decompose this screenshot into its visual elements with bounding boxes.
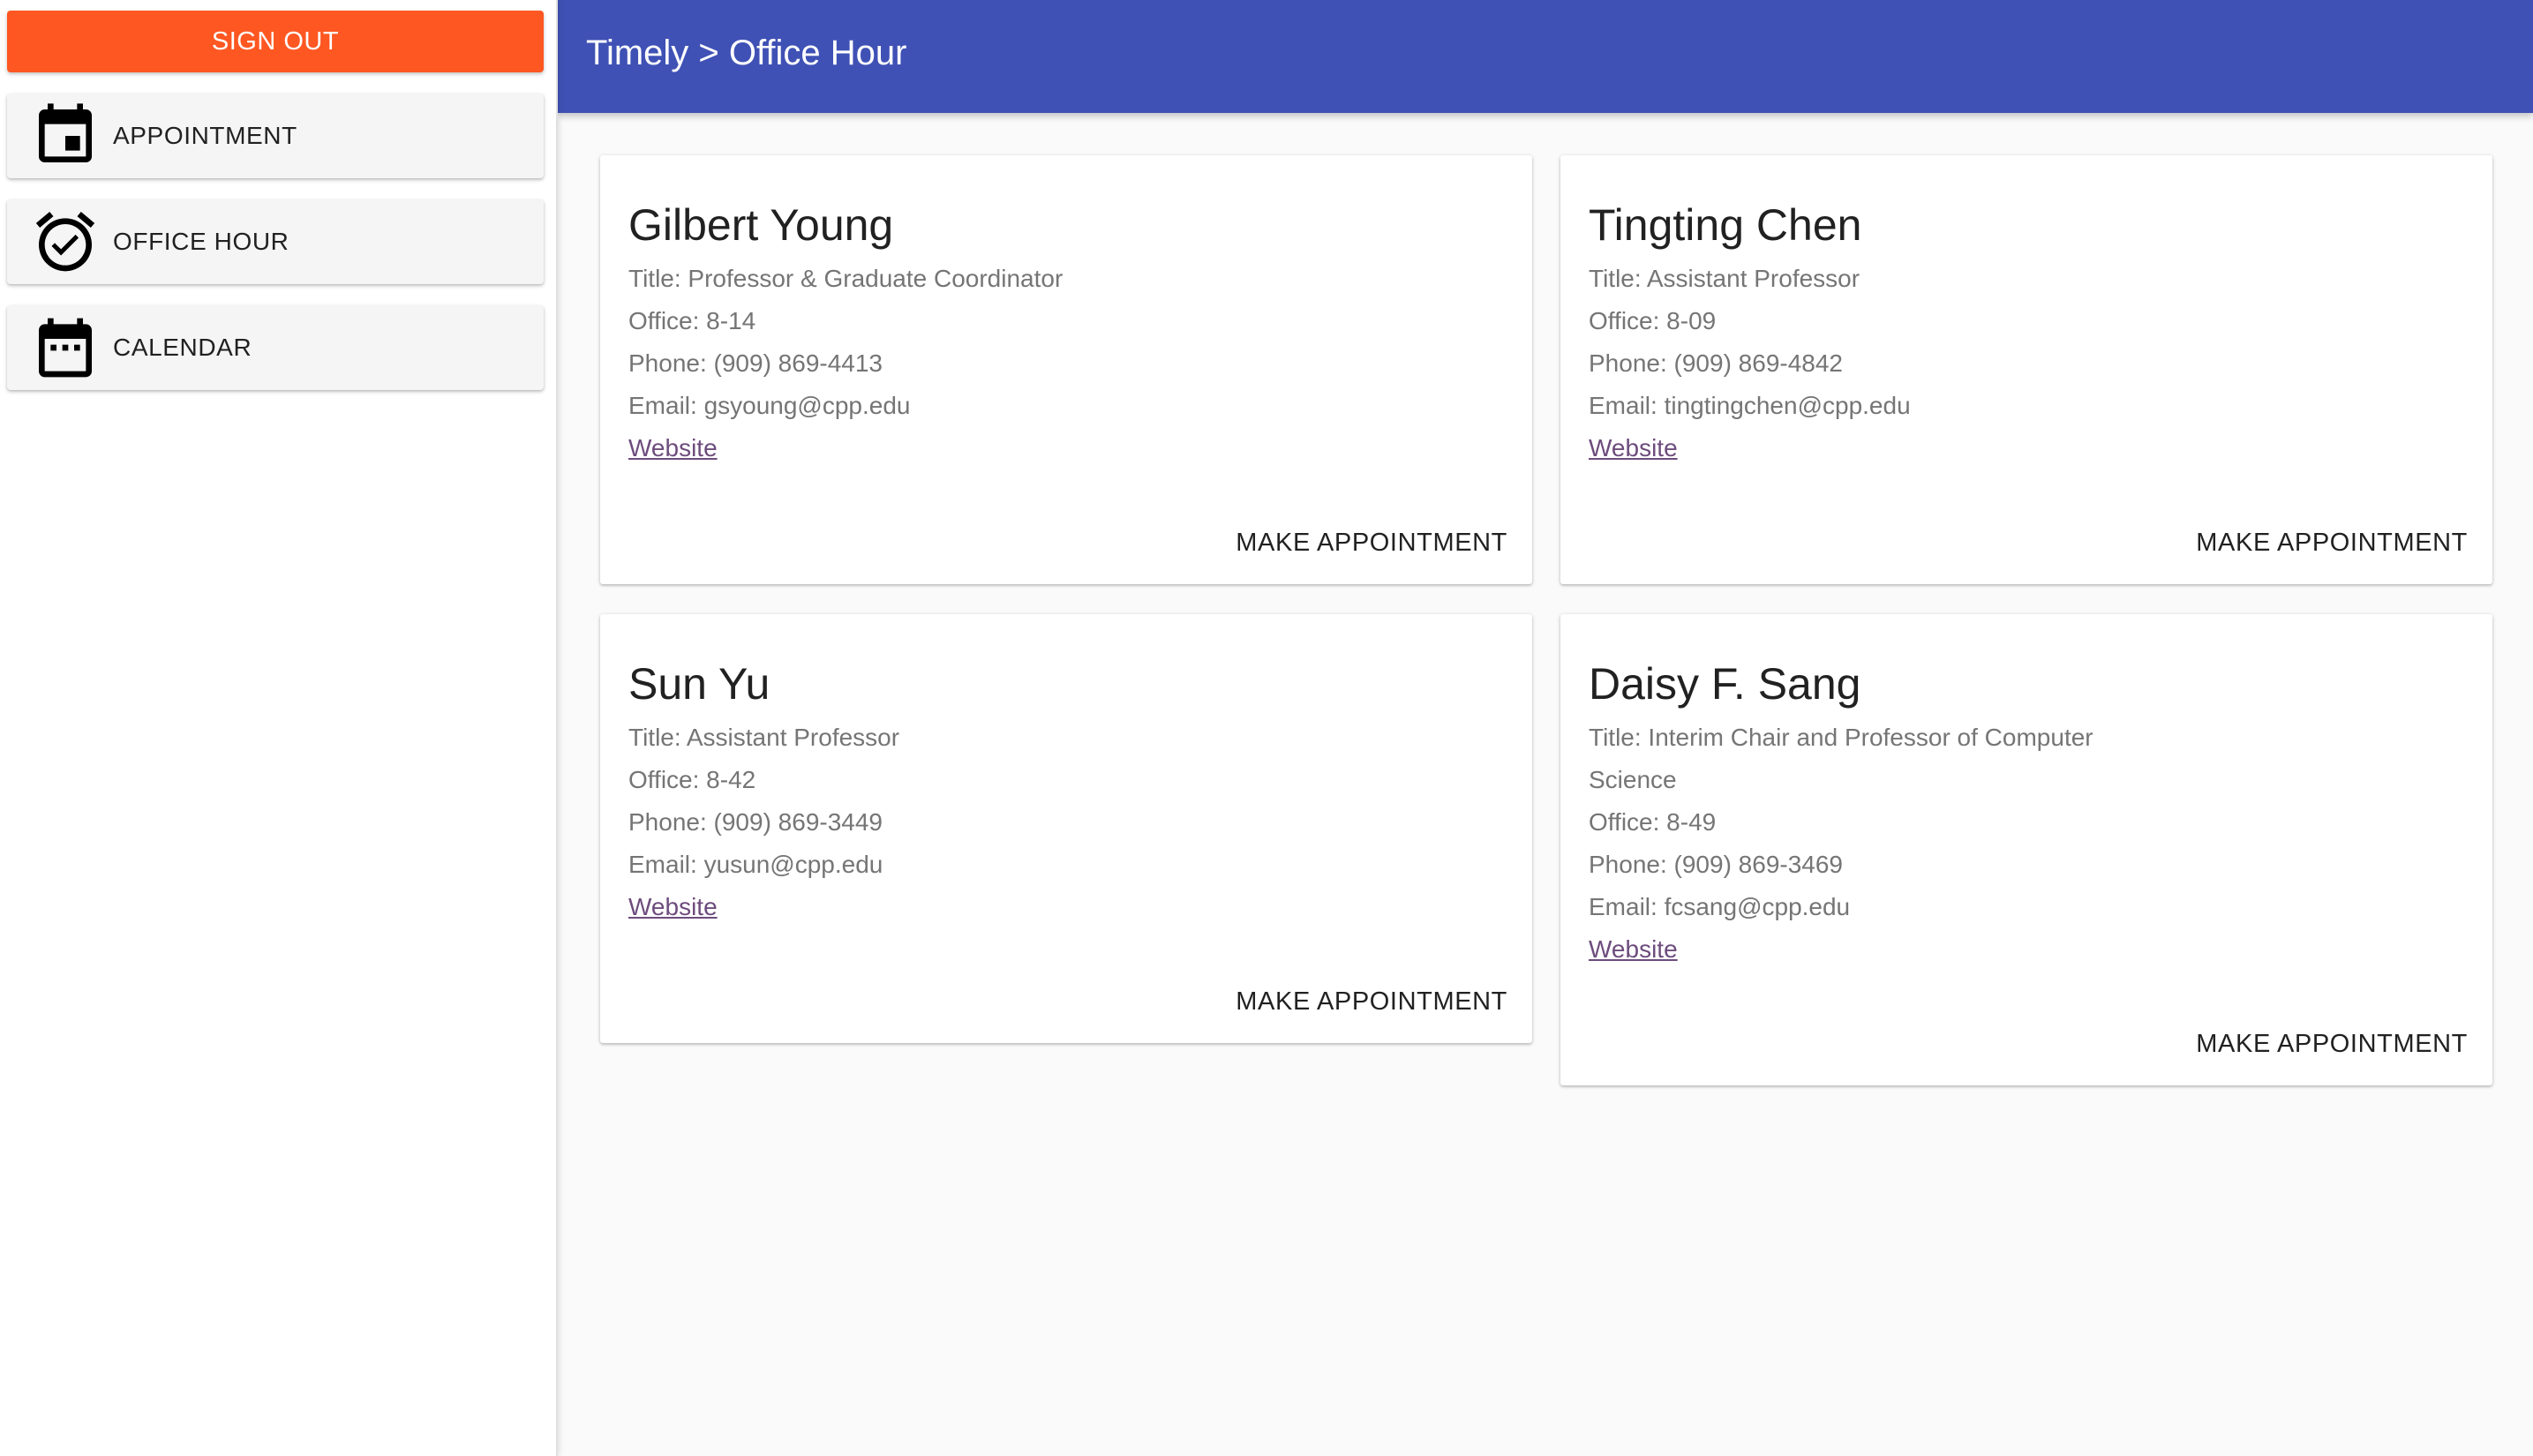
professor-card: Tingting Chen Title: Assistant Professor… bbox=[1560, 155, 2492, 584]
professor-title: Title: Assistant Professor bbox=[628, 724, 900, 751]
app-bar: Timely > Office Hour bbox=[558, 0, 2533, 113]
professor-title: Title: Interim Chair and Professor of Co… bbox=[1589, 724, 2093, 793]
professor-title: Title: Professor & Graduate Coordinator bbox=[628, 265, 1064, 292]
professor-email: Email: yusun@cpp.edu bbox=[628, 851, 883, 878]
website-link[interactable]: Website bbox=[1589, 928, 1678, 971]
website-link[interactable]: Website bbox=[628, 886, 718, 928]
professor-details: Title: Assistant Professor Office: 8-09 … bbox=[1589, 258, 2259, 469]
professor-office: Office: 8-42 bbox=[628, 766, 756, 793]
professor-name: Gilbert Young bbox=[628, 200, 894, 250]
professor-name: Sun Yu bbox=[628, 659, 770, 709]
professor-office: Office: 8-09 bbox=[1589, 307, 1717, 334]
sidebar-item-label: OFFICE HOUR bbox=[113, 228, 289, 255]
make-appointment-button[interactable]: MAKE APPOINTMENT bbox=[1236, 987, 1507, 1017]
professor-email: Email: fcsang@cpp.edu bbox=[1589, 893, 1851, 920]
professor-office: Office: 8-49 bbox=[1589, 808, 1717, 836]
professor-email: Email: tingtingchen@cpp.edu bbox=[1589, 392, 1911, 419]
make-appointment-button[interactable]: MAKE APPOINTMENT bbox=[2196, 529, 2468, 558]
sidebar: SIGN OUT APPOINTMENT OFFICE HOUR CALENDA… bbox=[0, 0, 558, 1456]
sidebar-item-appointment[interactable]: APPOINTMENT bbox=[7, 94, 544, 178]
professor-office: Office: 8-14 bbox=[628, 307, 756, 334]
professor-card: Sun Yu Title: Assistant Professor Office… bbox=[600, 614, 1532, 1043]
sign-out-button[interactable]: SIGN OUT bbox=[7, 11, 544, 72]
professor-phone: Phone: (909) 869-3469 bbox=[1589, 851, 1843, 878]
professor-name: Daisy F. Sang bbox=[1589, 659, 1861, 709]
breadcrumb: Timely > Office Hour bbox=[586, 34, 907, 72]
professor-phone: Phone: (909) 869-4842 bbox=[1589, 349, 1843, 377]
date-range-icon bbox=[30, 312, 101, 383]
professor-phone: Phone: (909) 869-3449 bbox=[628, 808, 883, 836]
sidebar-item-label: CALENDAR bbox=[113, 334, 252, 361]
make-appointment-button[interactable]: MAKE APPOINTMENT bbox=[1236, 529, 1507, 558]
professor-card: Daisy F. Sang Title: Interim Chair and P… bbox=[1560, 614, 2492, 1085]
sidebar-item-office-hour[interactable]: OFFICE HOUR bbox=[7, 199, 544, 284]
professor-name: Tingting Chen bbox=[1589, 200, 1862, 250]
app-root: SIGN OUT APPOINTMENT OFFICE HOUR CALENDA… bbox=[0, 0, 2533, 1456]
professor-card: Gilbert Young Title: Professor & Graduat… bbox=[600, 155, 1532, 584]
professor-phone: Phone: (909) 869-4413 bbox=[628, 349, 883, 377]
professor-email: Email: gsyoung@cpp.edu bbox=[628, 392, 911, 419]
website-link[interactable]: Website bbox=[1589, 427, 1678, 469]
sidebar-item-label: APPOINTMENT bbox=[113, 122, 297, 149]
event-icon bbox=[30, 101, 101, 171]
professor-details: Title: Interim Chair and Professor of Co… bbox=[1589, 717, 2136, 971]
website-link[interactable]: Website bbox=[628, 427, 718, 469]
professor-title: Title: Assistant Professor bbox=[1589, 265, 1860, 292]
professor-details: Title: Professor & Graduate Coordinator … bbox=[628, 258, 1299, 469]
alarm-on-icon bbox=[30, 206, 101, 277]
sidebar-item-calendar[interactable]: CALENDAR bbox=[7, 305, 544, 390]
professor-details: Title: Assistant Professor Office: 8-42 … bbox=[628, 717, 1299, 928]
make-appointment-button[interactable]: MAKE APPOINTMENT bbox=[2196, 1030, 2468, 1059]
